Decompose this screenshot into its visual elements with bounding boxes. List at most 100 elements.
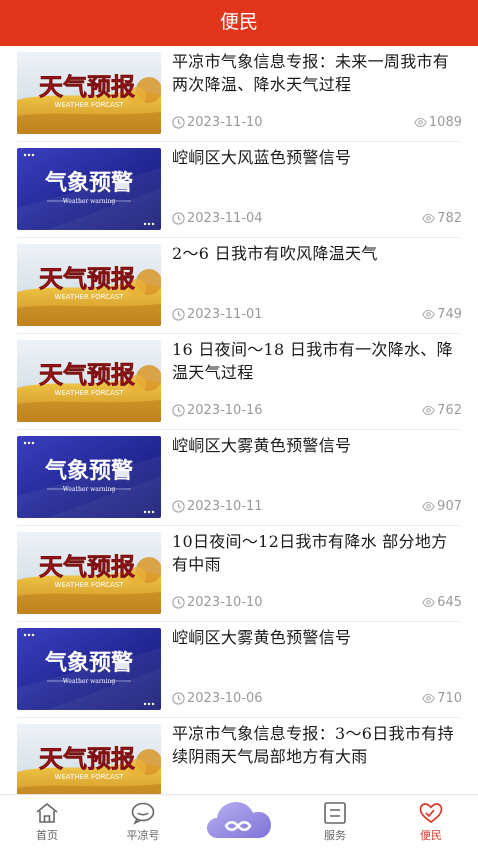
eye-icon <box>422 309 435 320</box>
news-views: 762 <box>422 403 462 418</box>
news-views: 1089 <box>414 115 462 130</box>
news-date: 2023-10-06 <box>172 691 263 706</box>
weather-forecast-image: 天气预报WEATHER FORCAST <box>17 532 161 614</box>
news-meta: 2023-10-16 762 <box>172 403 462 423</box>
news-date-text: 2023-10-16 <box>187 403 263 418</box>
news-item[interactable]: 气象预警 Weather warning 崆峒区大风蓝色预警信号 2023-11-… <box>17 142 462 238</box>
svg-text:天气预报: 天气预报 <box>39 264 135 293</box>
tab-service-label: 服务 <box>324 829 346 842</box>
news-title: 崆峒区大雾黄色预警信号 <box>172 628 352 647</box>
clock-icon <box>172 308 185 321</box>
news-thumbnail: 气象预警 Weather warning <box>17 436 161 518</box>
news-item[interactable]: 气象预警 Weather warning 崆峒区大雾黄色预警信号 2023-10-… <box>17 622 462 718</box>
page-title: 便民 <box>219 11 258 33</box>
news-thumbnail: 天气预报 WEATHER FORCAST <box>17 340 161 422</box>
clock-icon <box>172 404 185 417</box>
svg-text:气象预警: 气象预警 <box>44 650 133 676</box>
clock-icon <box>172 500 185 513</box>
news-date: 2023-10-10 <box>172 595 263 610</box>
eye-icon <box>422 213 435 224</box>
chat-icon <box>131 802 155 825</box>
weather-forecast-image: 天气预报WEATHER FORCAST <box>17 52 161 134</box>
weather-warning-image: 气象预警 Weather warning <box>17 148 161 230</box>
service-icon <box>324 802 346 824</box>
news-views: 645 <box>422 595 462 610</box>
news-meta: 2023-11-10 1089 <box>172 115 462 135</box>
news-item[interactable]: 天气预报 WEATHER FORCAST 16 日夜间～18 日我市有一次降水、降… <box>17 334 462 430</box>
news-title: 平凉市气象信息专报：未来一周我市有两次降温、降水天气过程 <box>172 52 450 94</box>
clock-icon <box>172 212 185 225</box>
news-views-count: 762 <box>437 403 462 418</box>
news-meta: 2023-10-11 907 <box>172 499 462 519</box>
news-item[interactable]: 天气预报 WEATHER FORCAST 2～6 日我市有吹风降温天气 2023-… <box>17 238 462 334</box>
news-views: 907 <box>422 499 462 514</box>
tab-home[interactable]: 首页 <box>12 801 82 843</box>
weather-warning-image: 气象预警 Weather warning <box>17 628 161 710</box>
clock-icon <box>172 116 185 129</box>
eye-icon <box>422 405 435 416</box>
weather-forecast-image: 天气预报WEATHER FORCAST <box>17 340 161 422</box>
news-title: 16 日夜间～18 日我市有一次降水、降温天气过程 <box>172 340 453 382</box>
news-date-text: 2023-11-04 <box>187 211 263 226</box>
news-title: 10日夜间～12日我市有降水 部分地方有中雨 <box>172 532 448 574</box>
news-title: 崆峒区大雾黄色预警信号 <box>172 436 352 455</box>
news-item[interactable]: 天气预报 WEATHER FORCAST 平凉市气象信息专报：未来一周我市有两次降… <box>17 46 462 142</box>
news-views: 782 <box>422 211 462 226</box>
news-views-count: 1089 <box>428 115 462 130</box>
news-item[interactable]: 天气预报 WEATHER FORCAST 平凉市气象信息专报：3～6日我市有持续阴… <box>17 718 461 794</box>
eye-icon <box>422 693 435 704</box>
news-meta: 2023-10-06 710 <box>172 691 462 711</box>
svg-text:Weather warning: Weather warning <box>63 678 116 685</box>
news-date: 2023-10-16 <box>172 403 263 418</box>
eye-icon <box>422 501 435 512</box>
news-date: 2023-11-10 <box>172 115 263 130</box>
tab-convenience[interactable]: 便民 <box>396 801 466 843</box>
news-date: 2023-10-11 <box>172 499 263 514</box>
news-thumbnail: 天气预报 WEATHER FORCAST <box>17 532 161 614</box>
news-date-text: 2023-11-10 <box>187 115 263 130</box>
clock-icon <box>172 692 185 705</box>
news-meta: 2023-11-04 782 <box>172 211 462 231</box>
news-views-count: 907 <box>437 499 462 514</box>
news-date-text: 2023-11-01 <box>187 307 263 322</box>
tab-pingliang-label: 平凉号 <box>126 829 160 842</box>
news-thumbnail: 天气预报 WEATHER FORCAST <box>17 724 161 794</box>
svg-text:Weather warning: Weather warning <box>63 198 116 205</box>
news-item[interactable]: 天气预报 WEATHER FORCAST 10日夜间～12日我市有降水 部分地方有… <box>17 526 462 622</box>
news-date: 2023-11-04 <box>172 211 263 226</box>
svg-text:WEATHER FORCAST: WEATHER FORCAST <box>54 773 124 781</box>
news-thumbnail: 气象预警 Weather warning <box>17 628 161 710</box>
tab-convenience-label: 便民 <box>420 829 442 842</box>
news-date-text: 2023-10-11 <box>187 499 263 514</box>
news-list: 天气预报 WEATHER FORCAST 平凉市气象信息专报：未来一周我市有两次降… <box>0 46 478 794</box>
svg-text:天气预报: 天气预报 <box>39 552 135 581</box>
news-views-count: 645 <box>437 595 462 610</box>
eye-icon <box>414 117 427 128</box>
weather-warning-image: 气象预警 Weather warning <box>17 436 161 518</box>
svg-text:WEATHER FORCAST: WEATHER FORCAST <box>54 101 124 109</box>
center-cloud-button[interactable] <box>204 798 274 842</box>
news-date-text: 2023-10-06 <box>187 691 263 706</box>
news-date: 2023-11-01 <box>172 307 263 322</box>
svg-text:天气预报: 天气预报 <box>39 360 135 389</box>
tab-service[interactable]: 服务 <box>300 801 370 843</box>
news-views: 749 <box>422 307 462 322</box>
svg-text:气象预警: 气象预警 <box>44 458 133 484</box>
tab-home-label: 首页 <box>36 829 58 842</box>
clock-icon <box>172 596 185 609</box>
eye-icon <box>422 597 435 608</box>
news-views-count: 749 <box>437 307 462 322</box>
weather-forecast-image: 天气预报WEATHER FORCAST <box>17 724 161 794</box>
svg-text:WEATHER FORCAST: WEATHER FORCAST <box>54 581 124 589</box>
news-views-count: 782 <box>437 211 462 226</box>
news-title: 2～6 日我市有吹风降温天气 <box>172 244 378 263</box>
page-header: 便民 <box>0 0 478 46</box>
tab-pingliang[interactable]: 平凉号 <box>108 801 178 843</box>
heart-hands-icon <box>419 803 443 824</box>
news-title: 崆峒区大风蓝色预警信号 <box>172 148 352 167</box>
svg-text:天气预报: 天气预报 <box>39 744 135 773</box>
news-thumbnail: 天气预报 WEATHER FORCAST <box>17 244 161 326</box>
news-meta: 2023-10-10 645 <box>172 595 462 615</box>
news-item[interactable]: 气象预警 Weather warning 崆峒区大雾黄色预警信号 2023-10-… <box>17 430 462 526</box>
cloud-logo-icon <box>207 802 271 838</box>
